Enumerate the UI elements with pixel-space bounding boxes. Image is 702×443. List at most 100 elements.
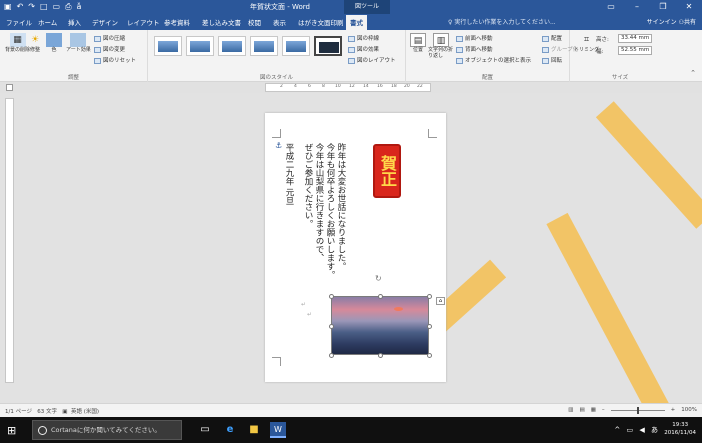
picture-style-3[interactable] [218, 36, 246, 56]
width-field[interactable]: 52.55 mm [618, 46, 652, 55]
tab-format[interactable]: 書式 [346, 15, 367, 30]
resize-handle[interactable] [329, 294, 334, 299]
ime-icon[interactable]: あ [651, 426, 660, 434]
crop-icon: ⌗ [583, 35, 590, 45]
rotation-handle-icon[interactable]: ↻ [375, 274, 382, 283]
ribbon-display-icon[interactable]: ▭ [598, 0, 624, 14]
cortana-search-box[interactable]: Cortanaに何か聞いてみてください。 [32, 420, 182, 440]
color-button[interactable]: 色 [46, 33, 62, 54]
spelling-icon[interactable]: ǎ [77, 2, 82, 12]
account-area[interactable]: サインイン ⚇共有 [647, 17, 696, 26]
language[interactable]: 英語 (米国) [71, 409, 99, 415]
picture-border-button[interactable]: 図の枠線 [348, 34, 379, 42]
picture-style-5[interactable] [282, 36, 310, 56]
bring-forward-button[interactable]: 前面へ移動 [456, 34, 493, 42]
tab-references[interactable]: 参考資料 [164, 17, 190, 27]
group-picture-styles: 図の枠線 図の効果 図のレイアウト 図のスタイル [148, 30, 406, 82]
tab-mailings[interactable]: 差し込み文書 [202, 17, 241, 27]
task-view-icon[interactable]: ▭ [197, 422, 213, 438]
word-count[interactable]: 63 文字 [37, 409, 57, 415]
undo-icon[interactable]: ↶ [17, 2, 24, 12]
greeting-line-4[interactable]: ぜひご参加ください。 [302, 143, 313, 228]
artistic-effects-icon [70, 33, 87, 47]
tab-file[interactable]: ファイル [6, 17, 32, 27]
resize-handle[interactable] [329, 324, 334, 329]
word-taskbar-icon[interactable]: W [270, 422, 286, 438]
vertical-ruler[interactable] [5, 98, 14, 383]
open-icon[interactable]: ▭ [53, 2, 61, 12]
read-mode-icon[interactable]: ▥ [568, 407, 573, 413]
edge-icon[interactable]: e [222, 422, 238, 438]
corrections-button[interactable]: ☀ 修整 [27, 33, 43, 54]
horizontal-ruler[interactable]: 2 4 6 8 10 12 14 16 18 20 22 [265, 83, 431, 92]
document-canvas[interactable]: ⚓ 賀正 昨年は大変お世話になりました。 今年も何卒よろしくお願いします。 今年… [0, 93, 702, 403]
resize-handle[interactable] [427, 324, 432, 329]
file-explorer-icon[interactable]: ■ [246, 422, 262, 438]
rotate-icon [542, 57, 549, 64]
zoom-in-icon[interactable]: + [671, 407, 676, 413]
rotate-button[interactable]: 回転 [542, 56, 562, 64]
web-layout-icon[interactable]: ▦ [591, 407, 596, 413]
zoom-slider[interactable] [610, 406, 665, 414]
save-icon[interactable]: ▣ [4, 2, 12, 12]
tab-home[interactable]: ホーム [38, 17, 57, 27]
artistic-effects-button[interactable]: アート効果 [66, 33, 91, 54]
change-picture-button[interactable]: 図の変更 [94, 45, 125, 53]
resize-handle[interactable] [378, 294, 383, 299]
date-line[interactable]: 平成二九年 元旦 [283, 143, 294, 205]
position-button[interactable]: ▤ 位置 [410, 33, 426, 54]
wrap-text-button[interactable]: ▥ 文字列の折り返し [428, 33, 454, 59]
picture-layout-button[interactable]: 図のレイアウト [348, 56, 396, 64]
windows-start-icon[interactable]: ⊞ [7, 424, 16, 437]
align-button[interactable]: 配置 [542, 34, 562, 42]
greeting-line-3[interactable]: 今年は山梨県に行きますので、 [313, 143, 324, 262]
compress-pictures-button[interactable]: 図の圧縮 [94, 34, 125, 42]
layout-options-icon[interactable]: ⌂ [436, 297, 445, 305]
tab-postcard[interactable]: はがき文面印刷 [298, 17, 344, 27]
compress-icon [94, 35, 101, 42]
chevron-up-icon[interactable]: ^ [614, 426, 622, 434]
minimize-icon[interactable]: – [624, 0, 650, 14]
greeting-line-2[interactable]: 今年も何卒よろしくお願いします。 [324, 143, 335, 279]
proofing-icon[interactable]: ▣ [62, 409, 67, 415]
reset-picture-button[interactable]: 図のリセット [94, 56, 136, 64]
tell-me-box[interactable]: ♀ 実行したい作業を入力してください... [448, 17, 556, 26]
print-layout-icon[interactable]: ▤ [580, 407, 585, 413]
resize-handle[interactable] [329, 353, 334, 358]
redo-icon[interactable]: ↷ [28, 2, 35, 12]
selection-pane-button[interactable]: オブジェクトの選択と表示 [456, 56, 531, 64]
tab-review[interactable]: 校閲 [248, 17, 261, 27]
picture-style-6[interactable] [314, 36, 342, 56]
resize-handle[interactable] [427, 353, 432, 358]
ruler-tab-selector[interactable] [6, 84, 13, 91]
page-count[interactable]: 1/1 ページ [5, 409, 32, 415]
postcard-page[interactable]: ⚓ 賀正 昨年は大変お世話になりました。 今年も何卒よろしくお願いします。 今年… [265, 113, 446, 382]
share-button[interactable]: 共有 [684, 19, 696, 26]
group-label-size: サイズ [611, 75, 629, 81]
volume-icon[interactable]: ◀ [639, 426, 646, 434]
group-label-adjust: 調整 [67, 75, 79, 81]
collapse-ribbon-icon[interactable]: ⌃ [690, 69, 696, 77]
tab-design[interactable]: デザイン [92, 17, 118, 27]
tab-layout[interactable]: レイアウト [127, 17, 160, 27]
resize-handle[interactable] [427, 294, 432, 299]
clock[interactable]: 19:33 2016/11/04 [664, 421, 696, 437]
picture-style-1[interactable] [154, 36, 182, 56]
picture-style-4[interactable] [250, 36, 278, 56]
new-document-icon[interactable]: □ [40, 2, 48, 12]
tab-view[interactable]: 表示 [273, 17, 286, 27]
picture-style-2[interactable] [186, 36, 214, 56]
resize-handle[interactable] [378, 353, 383, 358]
close-icon[interactable]: ✕ [676, 0, 702, 14]
network-icon[interactable]: ▭ [627, 426, 636, 434]
zoom-out-icon[interactable]: – [602, 407, 605, 413]
zoom-level[interactable]: 100% [681, 407, 697, 413]
restore-icon[interactable]: ❐ [650, 0, 676, 14]
tab-insert[interactable]: 挿入 [68, 17, 81, 27]
picture-effects-button[interactable]: 図の効果 [348, 45, 379, 53]
print-preview-icon[interactable]: ⎙ [65, 2, 71, 12]
height-field[interactable]: 33.44 mm [618, 34, 652, 43]
greeting-line-1[interactable]: 昨年は大変お世話になりました。 [335, 143, 346, 271]
send-backward-button[interactable]: 背面へ移動 [456, 45, 493, 53]
mountain-sunrise-photo[interactable] [331, 296, 429, 355]
